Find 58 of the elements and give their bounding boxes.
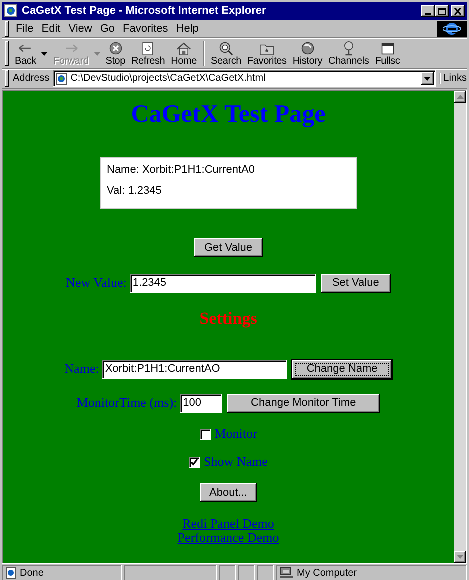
- field-label: MonitorTime (ms):: [76, 395, 178, 411]
- down-arrow-icon: [456, 555, 464, 559]
- zone-label: My Computer: [297, 568, 358, 578]
- house-icon: [175, 41, 194, 56]
- dropdown-caret-icon[interactable]: [41, 52, 48, 56]
- toolbar-button[interactable]: Refresh: [128, 39, 168, 68]
- toolbar-button[interactable]: Favorites: [244, 39, 290, 68]
- dropdown-button[interactable]: [420, 72, 434, 85]
- checkbox-label: Monitor: [214, 426, 258, 442]
- menu-item[interactable]: File: [12, 22, 38, 34]
- page-icon: [56, 72, 68, 84]
- toolbar-button[interactable]: Stop: [102, 39, 128, 68]
- value-field[interactable]: 1.2345: [130, 274, 316, 292]
- browser-logo: [437, 20, 467, 36]
- field-label: New Value:: [66, 275, 127, 291]
- menu-item[interactable]: Favorites: [119, 22, 172, 34]
- page-icon: [6, 567, 17, 579]
- address-field[interactable]: C:\DevStudio\projects\CaGetX\CaGetX.html: [52, 70, 436, 87]
- change-name-button[interactable]: Change Name: [292, 360, 392, 378]
- toolbar-button[interactable]: Search: [208, 39, 244, 68]
- toolbar-button[interactable]: Fullsc: [372, 39, 404, 68]
- checkbox[interactable]: [200, 428, 211, 440]
- close-button[interactable]: [451, 5, 465, 17]
- value-readout: Val: 1.2345: [107, 185, 163, 197]
- toolbar-button[interactable]: Home: [168, 39, 200, 68]
- up-arrow-icon: [456, 95, 464, 99]
- maximize-button[interactable]: [435, 5, 449, 17]
- menu-item[interactable]: Go: [96, 22, 120, 34]
- links-label[interactable]: Links: [438, 73, 467, 84]
- about-button[interactable]: About...: [200, 483, 258, 502]
- search-icon: [217, 41, 236, 56]
- menu-item[interactable]: Edit: [38, 22, 65, 34]
- page-icon: [4, 4, 18, 18]
- field-label: Name:: [64, 361, 100, 377]
- minimize-button[interactable]: [421, 5, 435, 17]
- address-label: Address: [13, 73, 50, 84]
- status-text: Done: [20, 568, 44, 578]
- caret-icon: [424, 76, 431, 80]
- window-title: CaGetX Test Page - Microsoft Internet Explorer: [22, 5, 268, 17]
- set-value-button[interactable]: Set Value: [320, 274, 391, 292]
- scroll-up-button[interactable]: [454, 91, 466, 103]
- monitor-time-field[interactable]: 100: [180, 394, 222, 412]
- checkbox[interactable]: [189, 456, 200, 468]
- close-icon: [454, 8, 462, 14]
- change-monitor-time-button[interactable]: Change Monitor Time: [227, 394, 380, 412]
- section-heading: Settings: [200, 309, 258, 329]
- name-field[interactable]: Xorbit:P1H1:CurrentAO: [102, 360, 288, 378]
- menu-item[interactable]: Help: [172, 22, 203, 34]
- page-heading: CaGetX Test Page: [131, 100, 326, 130]
- name-readout: Name: Xorbit:P1H1:CurrentA0: [107, 164, 256, 176]
- get-value-button[interactable]: Get Value: [194, 238, 263, 257]
- maximize-icon: [438, 8, 446, 14]
- checkbox-label: Show Name: [204, 454, 268, 470]
- scroll-down-button[interactable]: [454, 551, 466, 563]
- toolbar-button[interactable]: Back: [12, 39, 40, 68]
- menu-item[interactable]: View: [64, 22, 96, 34]
- toolbar-button[interactable]: History: [290, 39, 326, 68]
- toolbar-button[interactable]: Channels: [326, 39, 372, 68]
